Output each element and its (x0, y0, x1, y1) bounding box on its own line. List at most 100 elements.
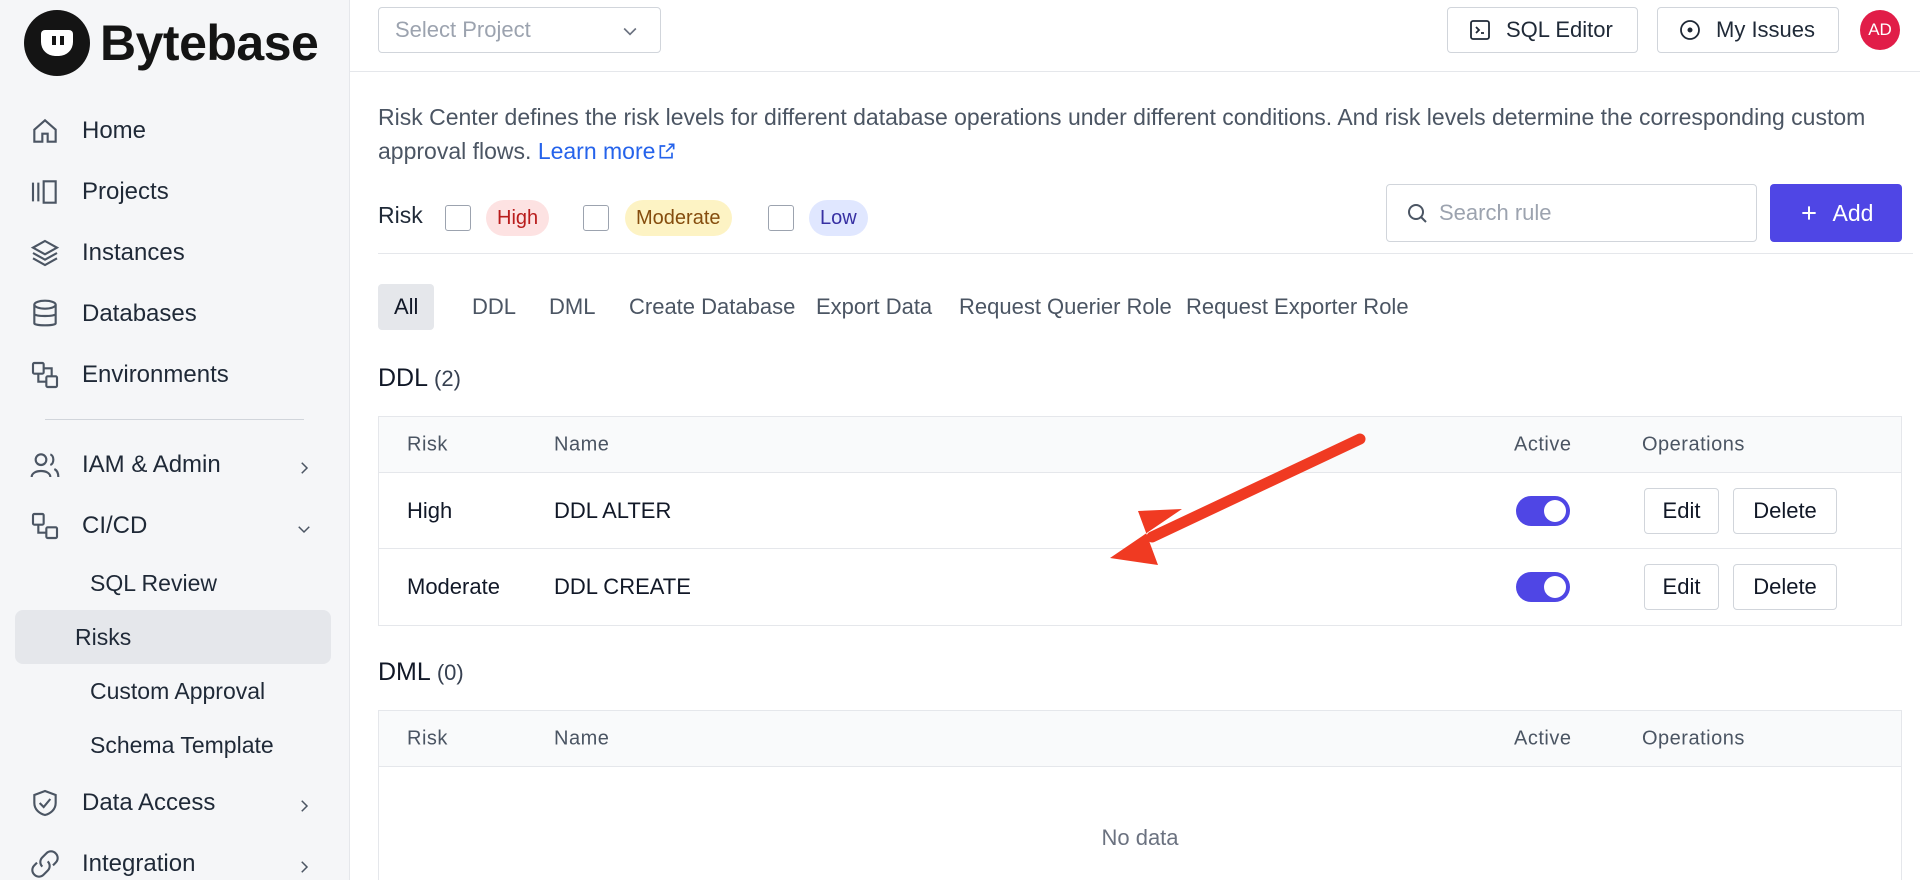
section-name: DML (378, 658, 430, 686)
sql-editor-label: SQL Editor (1506, 17, 1613, 42)
sidebar-subitem-sql-review[interactable]: SQL Review (15, 556, 331, 610)
sidebar-item-label: Environments (82, 360, 229, 388)
users-icon (28, 448, 62, 482)
edit-button[interactable]: Edit (1644, 487, 1719, 534)
sidebar-subitem-custom-approval[interactable]: Custom Approval (15, 664, 331, 718)
table-header: Risk Name Active Operations (379, 711, 1901, 767)
plus-icon (1801, 206, 1816, 220)
risk-filter-label: Risk (378, 202, 423, 228)
risk-filter-row: Risk High Moderate Low Search rule Add (378, 184, 1913, 254)
terminal-icon (1470, 20, 1490, 40)
dml-risk-table: Risk Name Active Operations No data (378, 710, 1902, 880)
bytebase-logo-icon (24, 10, 90, 76)
section-name: DDL (378, 364, 428, 392)
row-name: DDL CREATE (554, 574, 691, 599)
my-issues-button[interactable]: My Issues (1657, 7, 1839, 53)
sidebar-item-iam-admin[interactable]: IAM & Admin (0, 434, 349, 495)
project-select[interactable]: Select Project (378, 7, 661, 53)
sidebar-divider (45, 419, 304, 420)
col-name: Name (554, 433, 610, 455)
main-area: Select Project SQL Editor My Issues AD R… (350, 0, 1920, 880)
tab-ddl[interactable]: DDL (456, 284, 532, 330)
col-operations: Operations (1642, 433, 1745, 455)
empty-state: No data (379, 767, 1901, 880)
ddl-section-title: DDL (2) (378, 364, 1913, 398)
section-count: (2) (434, 366, 461, 391)
row-name: DDL ALTER (554, 497, 672, 523)
avatar[interactable]: AD (1860, 10, 1900, 50)
chevron-right-icon (295, 855, 313, 873)
database-icon (28, 297, 62, 331)
sidebar-item-integration[interactable]: Integration (0, 833, 349, 880)
chevron-down-icon (620, 21, 640, 41)
sidebar-item-label: CI/CD (82, 511, 148, 539)
sidebar-item-cicd[interactable]: CI/CD (0, 495, 349, 556)
chevron-right-icon (295, 456, 313, 474)
logo-text: Bytebase (100, 15, 319, 71)
risk-moderate-tag: Moderate (625, 200, 732, 236)
learn-more-link[interactable]: Learn more (538, 138, 678, 164)
tab-request-exporter-role[interactable]: Request Exporter Role (1170, 284, 1425, 330)
col-name: Name (554, 727, 610, 749)
active-toggle[interactable] (1516, 572, 1570, 602)
ddl-risk-table: Risk Name Active Operations High DDL ALT… (378, 416, 1902, 626)
table-row: High DDL ALTER Edit Delete (379, 473, 1901, 549)
col-operations: Operations (1642, 727, 1745, 749)
sidebar-item-environments[interactable]: Environments (0, 344, 349, 405)
app-root: Bytebase Home Projects Instances Databas… (0, 0, 1920, 880)
delete-button[interactable]: Delete (1733, 487, 1837, 534)
tab-export-data[interactable]: Export Data (800, 284, 948, 330)
edit-button[interactable]: Edit (1644, 564, 1719, 610)
search-rule-input[interactable]: Search rule (1386, 184, 1757, 242)
col-active: Active (1514, 433, 1572, 455)
sidebar-subitem-schema-template[interactable]: Schema Template (15, 718, 331, 772)
tab-dml[interactable]: DML (533, 284, 611, 330)
home-icon (28, 114, 62, 148)
add-rule-button[interactable]: Add (1770, 184, 1902, 242)
risk-high-checkbox[interactable] (445, 205, 471, 231)
risk-center-content: Risk Center defines the risk levels for … (378, 72, 1913, 880)
sql-editor-button[interactable]: SQL Editor (1447, 7, 1638, 53)
col-risk: Risk (407, 433, 448, 455)
sidebar: Bytebase Home Projects Instances Databas… (0, 0, 350, 880)
link-icon (28, 847, 62, 880)
tab-create-database[interactable]: Create Database (613, 284, 811, 330)
page-description: Risk Center defines the risk levels for … (378, 100, 1913, 168)
cicd-icon (28, 509, 62, 543)
sidebar-item-data-access[interactable]: Data Access (0, 772, 349, 833)
sidebar-item-databases[interactable]: Databases (0, 283, 349, 344)
external-link-icon (659, 143, 675, 159)
tab-all[interactable]: All (378, 284, 435, 330)
risk-low-checkbox[interactable] (768, 205, 794, 231)
sidebar-item-home[interactable]: Home (0, 100, 349, 161)
environments-icon (28, 358, 62, 392)
logo[interactable]: Bytebase (0, 0, 349, 86)
risk-moderate-checkbox[interactable] (583, 205, 609, 231)
delete-button[interactable]: Delete (1733, 564, 1837, 610)
project-select-placeholder: Select Project (395, 17, 531, 42)
my-issues-label: My Issues (1716, 17, 1816, 42)
chevron-down-icon (295, 517, 313, 535)
dml-section-title: DML (0) (378, 658, 1913, 692)
sidebar-item-label: Home (82, 116, 147, 144)
sidebar-subitem-risks[interactable]: Risks (15, 610, 331, 664)
issue-circle-icon (1680, 20, 1700, 40)
col-risk: Risk (407, 727, 448, 749)
empty-text: No data (1101, 825, 1179, 850)
table-row: Moderate DDL CREATE Edit Delete (379, 549, 1901, 625)
tab-request-querier-role[interactable]: Request Querier Role (943, 284, 1188, 330)
risk-low-tag: Low (809, 200, 868, 236)
risk-high-tag: High (486, 200, 550, 236)
source-tabs: All DDL DML Create Database Export Data … (378, 284, 1913, 330)
projects-icon (28, 175, 62, 209)
sidebar-item-instances[interactable]: Instances (0, 222, 349, 283)
row-risk: Moderate (407, 574, 500, 599)
shield-icon (28, 786, 62, 820)
active-toggle[interactable] (1516, 495, 1570, 526)
sidebar-nav: Home Projects Instances Databases Enviro… (0, 100, 349, 880)
layers-icon (28, 236, 62, 270)
search-icon (1408, 204, 1427, 223)
sidebar-item-label: IAM & Admin (82, 450, 221, 478)
sidebar-item-projects[interactable]: Projects (0, 161, 349, 222)
sidebar-item-label: Databases (82, 299, 197, 327)
